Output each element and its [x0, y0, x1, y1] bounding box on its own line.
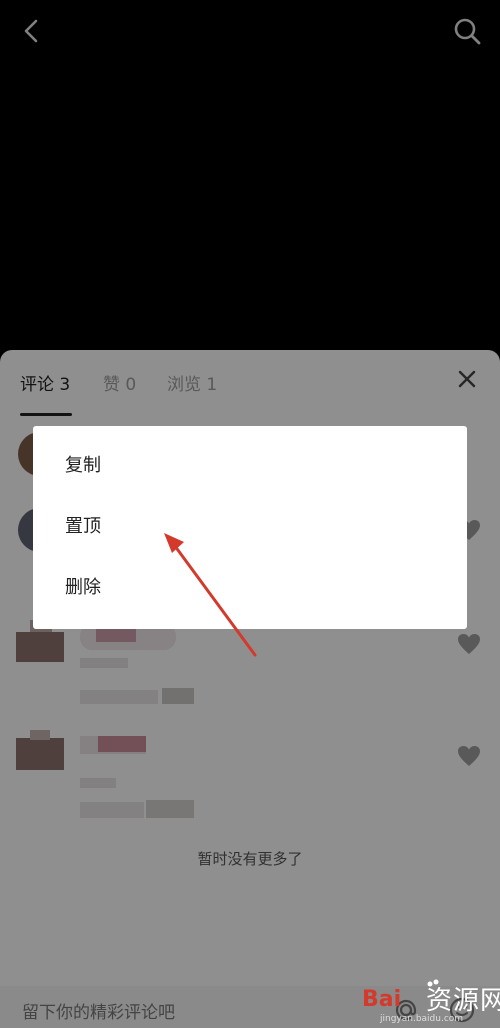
watermark-text: 资源网	[426, 986, 500, 1016]
menu-item-delete[interactable]: 删除	[33, 558, 467, 618]
context-menu: 复制 置顶 删除	[33, 426, 467, 629]
menu-item-copy[interactable]: 复制	[33, 436, 467, 496]
watermark-url: jingyan.baidu.com	[380, 1014, 464, 1024]
svg-text:Bai: Bai	[362, 987, 401, 1012]
menu-item-pin[interactable]: 置顶	[33, 497, 467, 557]
watermark: Bai 资源网 jingyan.baidu.com	[360, 976, 500, 1028]
